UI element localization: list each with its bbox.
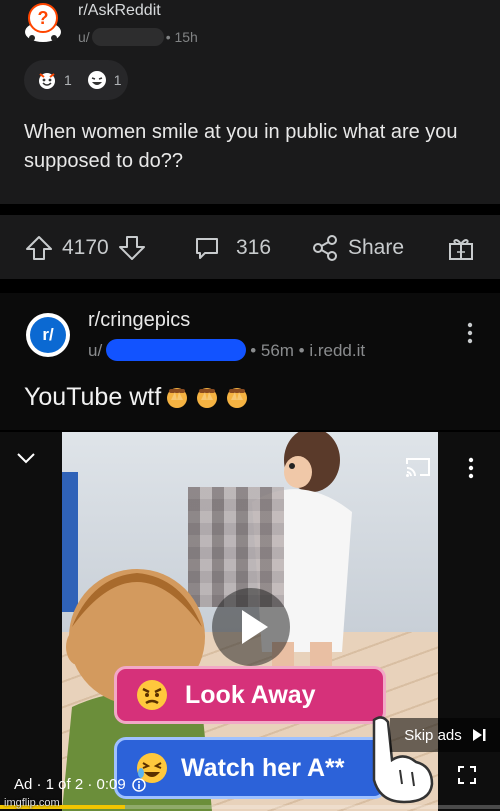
info-icon[interactable]	[131, 777, 146, 792]
choice-look-away-button[interactable]: Look Away	[114, 666, 386, 724]
facepalm-icon	[197, 387, 218, 408]
choice-1-label: Look Away	[185, 680, 316, 709]
skip-next-icon	[472, 729, 486, 741]
post-age: • 15h	[165, 29, 198, 45]
gift-icon	[449, 239, 473, 260]
redacted-username	[106, 339, 247, 361]
post-meta: u/ • 15h	[78, 28, 198, 46]
svg-text:?: ?	[38, 8, 49, 28]
comment-icon	[196, 238, 218, 259]
post-meta: u/ • 56m • i.redd.it	[88, 339, 365, 361]
facepalm-emojis	[165, 386, 249, 410]
post-meta-text: • 56m • i.redd.it	[250, 341, 366, 360]
ad-counter: Ad · 1 of 2 · 0:09	[14, 776, 146, 793]
post-title-text: YouTube wtf	[24, 383, 162, 411]
post-cringepics[interactable]: r/ r/cringepics u/ • 56m • i.redd.it YouT…	[0, 293, 500, 430]
awards-pill[interactable]: 1 1	[24, 60, 128, 100]
choice-2-label: Watch her A**	[181, 753, 345, 782]
vote-group: 4170	[24, 233, 147, 263]
skip-ads-button[interactable]: Skip ads	[390, 718, 500, 752]
username-prefix: u/	[78, 29, 90, 45]
subreddit-name[interactable]: r/cringepics	[88, 309, 190, 332]
subreddit-name[interactable]: r/AskReddit	[78, 2, 161, 20]
comments-button[interactable]: 316	[192, 233, 271, 263]
post-title[interactable]: YouTube wtf	[24, 383, 249, 412]
chevron-down-icon[interactable]	[14, 450, 38, 466]
cringepics-avatar[interactable]: r/	[26, 313, 70, 357]
video-player[interactable]: Look Away Watch her A** Skip ads Ad · 1 …	[0, 432, 500, 811]
username-prefix: u/	[88, 341, 103, 360]
post-action-bar: 4170 316 Share	[0, 215, 500, 279]
skip-ads-label: Skip ads	[404, 726, 462, 744]
ad-progress-bar[interactable]	[0, 805, 500, 809]
ad-info-text: Ad · 1 of 2 · 0:09	[14, 776, 126, 793]
share-label: Share	[348, 236, 405, 259]
play-button[interactable]	[212, 588, 290, 666]
award-button[interactable]	[446, 233, 476, 263]
post-askreddit[interactable]: ? r/AskReddit u/ • 15h 1 1 When women smi…	[0, 0, 500, 204]
choice-watch-button[interactable]: Watch her A**	[114, 737, 386, 799]
post-title[interactable]: When women smile at you in public what a…	[24, 118, 494, 176]
fullscreen-icon[interactable]	[458, 766, 476, 784]
cast-icon[interactable]	[404, 456, 432, 478]
facepalm-icon	[227, 387, 248, 408]
laughing-award-icon	[87, 71, 106, 89]
share-button[interactable]: Share	[310, 233, 404, 263]
upvote-count: 4170	[62, 236, 109, 259]
askreddit-avatar-icon[interactable]: ?	[20, 2, 66, 44]
video-more-icon[interactable]	[466, 456, 476, 480]
imgflip-watermark: imgflip.com	[4, 797, 60, 809]
wholesome-award-icon	[39, 73, 55, 89]
award-count-1: 1	[64, 72, 72, 88]
award-count-2: 1	[113, 72, 122, 88]
facepalm-icon	[167, 387, 188, 408]
downvote-icon[interactable]	[117, 233, 147, 263]
redacted-username	[91, 28, 164, 46]
comment-count: 316	[236, 236, 272, 259]
angry-face-icon	[137, 680, 167, 710]
more-options-icon[interactable]	[464, 321, 476, 345]
subreddit-avatar-text: r/	[30, 317, 66, 353]
upvote-icon[interactable]	[24, 233, 54, 263]
share-icon	[313, 235, 337, 261]
